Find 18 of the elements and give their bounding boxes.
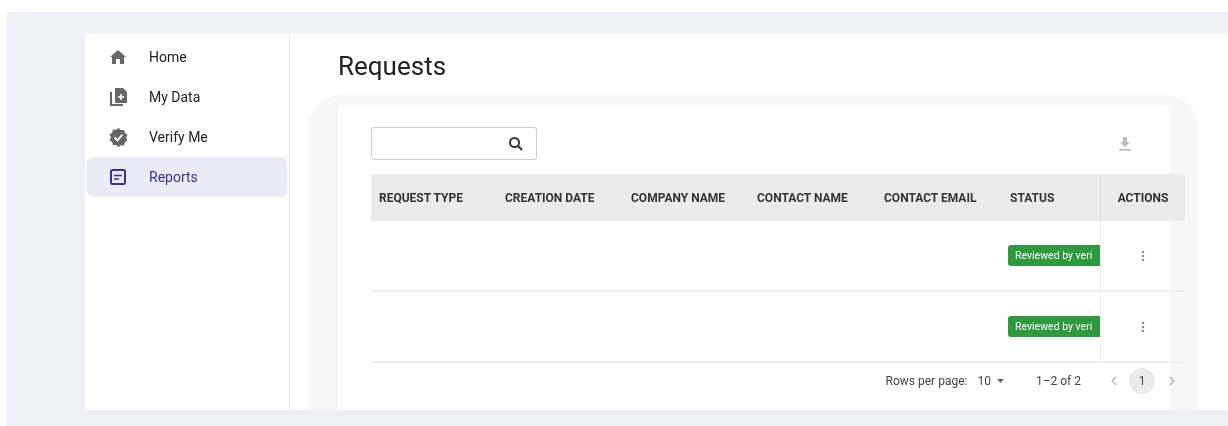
sidebar-item[interactable]: Reports [87, 157, 287, 197]
status-badge: Reviewed by veri [1008, 245, 1100, 266]
rows-per-page-label: Rows per page: [885, 373, 968, 390]
sidebar-item[interactable]: My Data [87, 77, 287, 117]
page-button[interactable]: 1 [1129, 368, 1155, 394]
column-header: REQUEST TYPE [379, 189, 463, 207]
status-badge: Reviewed by veri [1008, 316, 1100, 337]
sidebar-item[interactable]: Verify Me [87, 117, 287, 157]
column-header: CREATION DATE [505, 189, 595, 207]
page-title: Requests [338, 50, 447, 83]
rows-per-page-select[interactable]: 10 [977, 372, 1004, 390]
column-header: ACTIONS [1117, 189, 1169, 207]
column-header: CONTACT EMAIL [884, 189, 977, 207]
page-range: 1–2 of 2 [1035, 373, 1081, 390]
column-header: CONTACT NAME [757, 189, 848, 207]
column-header: STATUS [1010, 189, 1055, 207]
column-header: COMPANY NAME [631, 189, 726, 207]
sidebar-item[interactable]: Home [87, 37, 287, 77]
